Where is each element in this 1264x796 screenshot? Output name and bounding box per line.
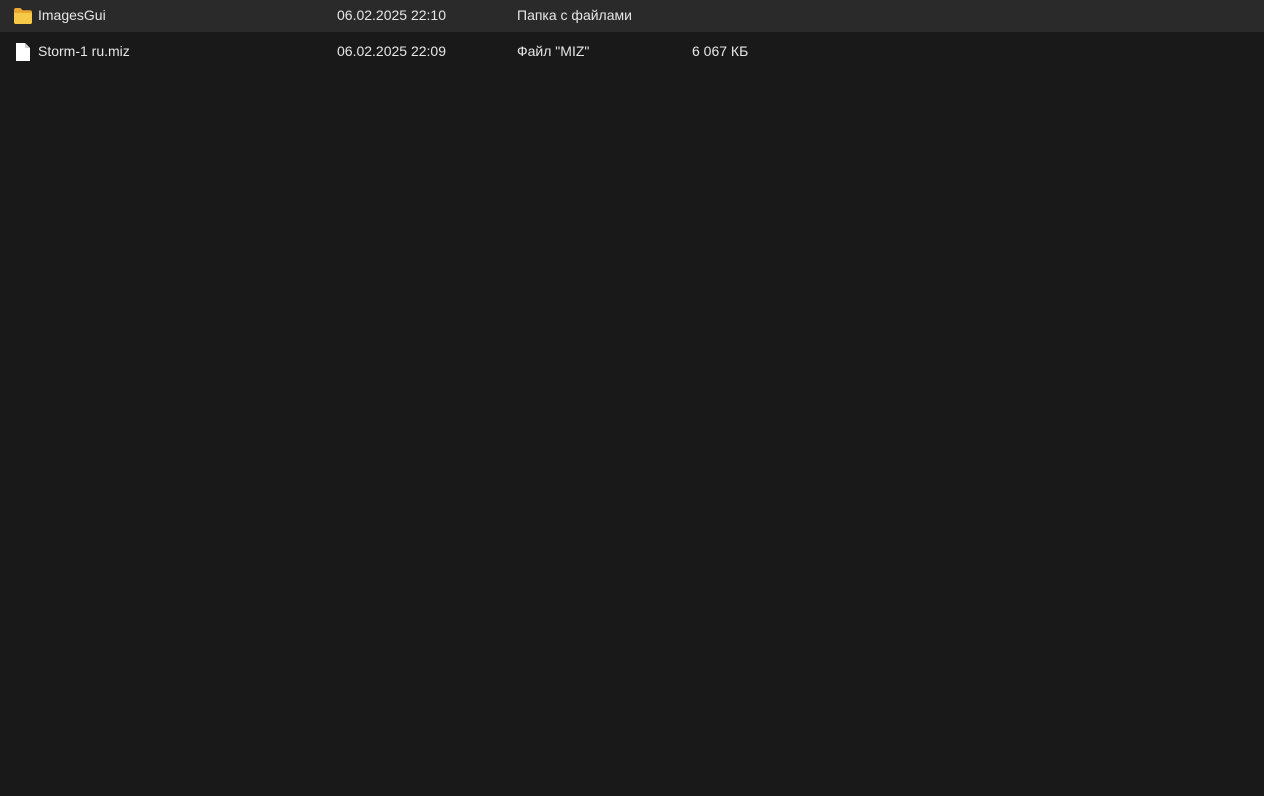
- file-date-modified: 06.02.2025 22:09: [337, 43, 446, 59]
- list-item-file[interactable]: Storm-1 ru.miz 06.02.2025 22:09 Файл "MI…: [0, 36, 1264, 68]
- file-size: 6 067 КБ: [692, 43, 749, 59]
- file-name: Storm-1 ru.miz: [38, 43, 130, 59]
- file-name: ImagesGui: [38, 7, 106, 23]
- file-type: Папка с файлами: [517, 7, 632, 23]
- file-type: Файл "MIZ": [517, 43, 590, 59]
- folder-icon: [12, 6, 34, 26]
- list-item-folder[interactable]: ImagesGui 06.02.2025 22:10 Папка с файла…: [0, 0, 1264, 32]
- file-icon: [12, 42, 34, 62]
- file-date-modified: 06.02.2025 22:10: [337, 7, 446, 23]
